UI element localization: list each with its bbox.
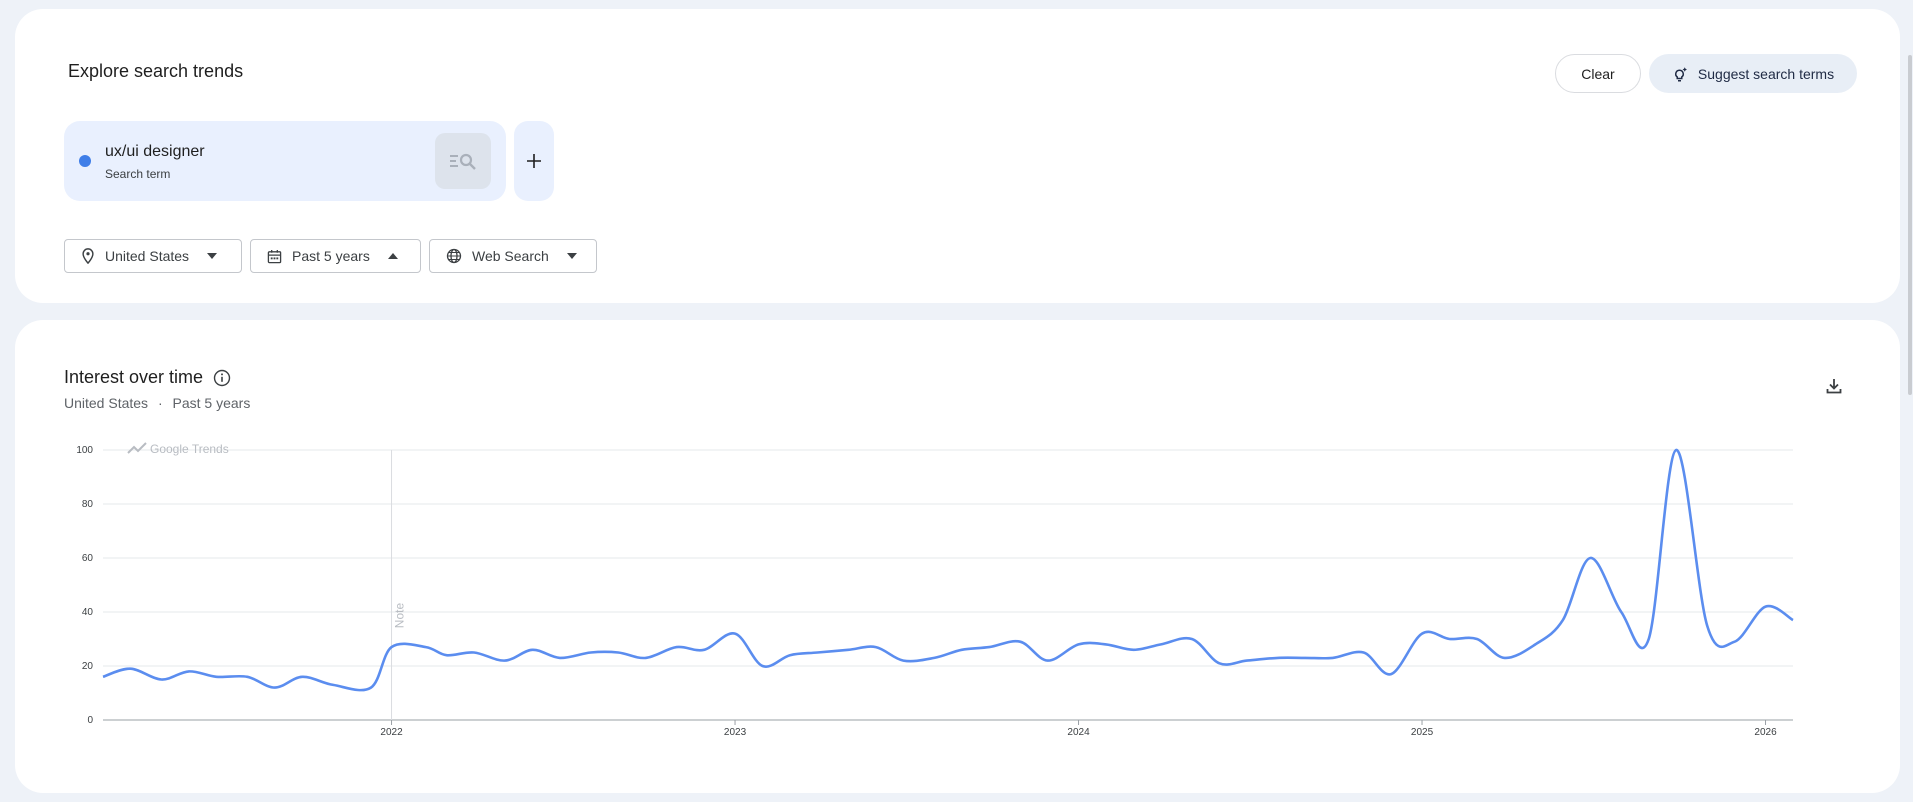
x-tick-label: 2026 [1754, 727, 1777, 738]
caret-up-icon [387, 253, 398, 259]
series-line[interactable] [102, 448, 1794, 692]
x-tick-label: 2024 [1067, 727, 1090, 738]
search-term-type: Search term [105, 167, 171, 181]
globe-icon [446, 248, 462, 264]
suggest-search-terms-button[interactable]: Suggest search terms [1649, 54, 1857, 93]
y-tick-label: 100 [76, 445, 93, 456]
interest-over-time-chart: Google Trends Note 0 20 40 60 80 100 2022 2023 2… [76, 442, 1794, 738]
location-filter-dropdown[interactable]: United States [64, 239, 242, 273]
sparkle-bulb-icon [1674, 66, 1687, 81]
trend-arrow-icon [127, 442, 147, 454]
google-trends-watermark: Google Trends [127, 442, 229, 456]
clear-button[interactable]: Clear [1555, 54, 1641, 93]
time-range-filter-label: Past 5 years [292, 248, 370, 264]
interest-over-time-card: Interest over time United States · Past … [15, 320, 1900, 793]
x-tick-label: 2023 [724, 727, 747, 738]
location-filter-label: United States [105, 248, 190, 264]
y-tick-label: 20 [82, 661, 94, 672]
x-tick-label: 2022 [380, 727, 403, 738]
suggest-label: Suggest search terms [1697, 65, 1835, 82]
y-tick-label: 80 [82, 499, 94, 510]
search-property-filter-dropdown[interactable]: Web Search [429, 239, 597, 273]
time-range-filter-dropdown[interactable]: Past 5 years [250, 239, 421, 273]
caret-down-icon [566, 253, 577, 259]
refine-search-button[interactable] [435, 133, 491, 189]
page-scrollbar[interactable] [1908, 55, 1912, 395]
watermark-text: Google Trends [150, 442, 229, 456]
plus-icon [527, 154, 541, 168]
x-tick-label: 2025 [1411, 727, 1434, 738]
location-pin-icon [82, 248, 94, 264]
calendar-icon [267, 249, 282, 263]
series-color-dot [79, 155, 91, 167]
search-term-name: ux/ui designer [105, 143, 205, 160]
search-term-chip[interactable]: ux/ui designer Search term [64, 121, 506, 201]
search-property-filter-label: Web Search [472, 248, 549, 264]
y-tick-label: 60 [82, 553, 94, 564]
y-tick-label: 0 [87, 715, 93, 726]
add-search-term-button[interactable] [514, 121, 554, 201]
explore-title: Explore search trends [68, 61, 244, 81]
note-label[interactable]: Note [393, 603, 407, 629]
caret-down-icon [207, 253, 218, 259]
list-search-icon [450, 153, 476, 170]
y-tick-label: 40 [82, 607, 94, 618]
